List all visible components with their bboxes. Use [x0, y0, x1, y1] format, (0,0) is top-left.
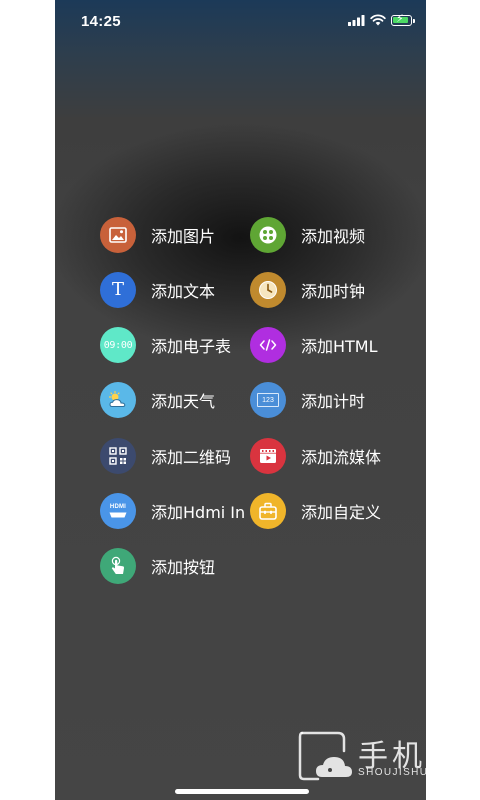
- image-icon: [100, 216, 136, 253]
- hdmi-icon-text: HDMI: [109, 503, 127, 510]
- phone-screen: 14:25 ⚡ 添加图片 添加视频 T 添加文本 添加时钟 09:00 添加电子…: [55, 0, 426, 800]
- add-element-menu: 添加图片 添加视频 T 添加文本 添加时钟 09:00 添加电子表 添加HTML…: [100, 216, 400, 603]
- qr-code-icon: [100, 437, 136, 474]
- cellular-signal-icon: [348, 14, 365, 26]
- add-timer-button[interactable]: 123 添加计时: [250, 382, 400, 419]
- add-stream-media-button[interactable]: 添加流媒体: [250, 437, 400, 474]
- add-custom-button[interactable]: 添加自定义: [250, 492, 400, 529]
- custom-box-icon: [250, 492, 286, 529]
- add-weather-label: 添加天气: [151, 392, 216, 412]
- hdmi-icon: HDMI: [100, 492, 136, 529]
- battery-icon: ⚡: [391, 12, 415, 26]
- stream-media-icon: [250, 437, 286, 474]
- watermark-subtitle: SHOUJISHU.COM: [358, 767, 461, 778]
- add-text-button[interactable]: T 添加文本: [100, 271, 250, 308]
- add-button-label: 添加按钮: [151, 558, 216, 578]
- add-custom-label: 添加自定义: [301, 502, 382, 522]
- add-image-label: 添加图片: [151, 226, 216, 246]
- add-text-label: 添加文本: [151, 281, 216, 301]
- status-time: 14:25: [81, 13, 121, 30]
- status-bar: 14:25 ⚡: [55, 0, 426, 44]
- home-indicator[interactable]: [175, 789, 309, 794]
- add-image-button[interactable]: 添加图片: [100, 216, 250, 253]
- add-clock-button[interactable]: 添加时钟: [250, 271, 400, 308]
- status-icons: ⚡: [348, 12, 415, 26]
- digital-clock-icon-text: 09:00: [103, 339, 133, 351]
- add-video-label: 添加视频: [301, 226, 366, 246]
- add-video-button[interactable]: 添加视频: [250, 216, 400, 253]
- add-clock-label: 添加时钟: [301, 281, 366, 301]
- timer-icon: 123: [250, 382, 286, 419]
- add-weather-button[interactable]: 添加天气: [100, 382, 250, 419]
- wifi-icon: [370, 14, 386, 26]
- watermark-logo-icon: [298, 731, 352, 781]
- left-margin: [0, 0, 55, 800]
- add-qr-code-label: 添加二维码: [151, 447, 232, 467]
- timer-icon-text: 123: [262, 396, 274, 404]
- digital-clock-icon: 09:00: [100, 327, 136, 364]
- right-margin: [426, 0, 480, 800]
- weather-icon: [100, 382, 136, 419]
- add-stream-media-label: 添加流媒体: [301, 447, 382, 467]
- add-html-label: 添加HTML: [301, 337, 378, 357]
- add-button-button[interactable]: 添加按钮: [100, 548, 250, 585]
- clock-icon: [250, 271, 286, 308]
- add-html-button[interactable]: 添加HTML: [250, 327, 400, 364]
- add-digital-clock-button[interactable]: 09:00 添加电子表: [100, 327, 250, 364]
- add-hdmi-in-label: 添加Hdmi In: [151, 502, 246, 522]
- add-digital-clock-label: 添加电子表: [151, 337, 232, 357]
- video-icon: [250, 216, 286, 253]
- html-code-icon: [250, 327, 286, 364]
- add-hdmi-in-button[interactable]: HDMI 添加Hdmi In: [100, 492, 250, 529]
- add-qr-code-button[interactable]: 添加二维码: [100, 437, 250, 474]
- add-timer-label: 添加计时: [301, 392, 366, 412]
- charging-bolt-icon: ⚡: [396, 12, 404, 25]
- touch-button-icon: [100, 548, 136, 585]
- text-icon: T: [100, 271, 136, 308]
- watermark: 手机鼠 SHOUJISHU.COM: [296, 729, 461, 785]
